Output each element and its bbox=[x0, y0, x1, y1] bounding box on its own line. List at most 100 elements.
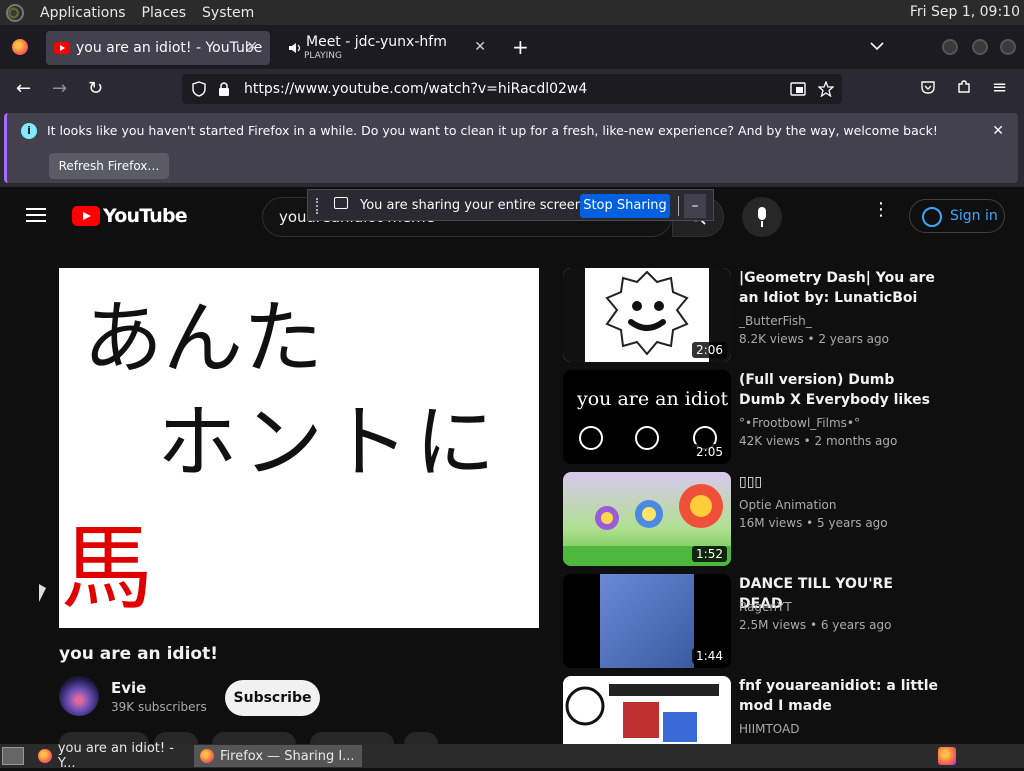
firefox-icon bbox=[200, 749, 214, 763]
applications-menu[interactable]: Applications bbox=[40, 5, 126, 21]
show-desktop-icon[interactable] bbox=[2, 747, 24, 765]
tray-firefox-icon[interactable] bbox=[938, 747, 956, 765]
duration-badge: 2:06 bbox=[692, 342, 727, 358]
duration-badge: 2:05 bbox=[692, 444, 727, 460]
maximize-window-button[interactable] bbox=[972, 39, 988, 55]
recommendation-channel[interactable]: °•Frootbowl_Films•° bbox=[739, 416, 860, 430]
refresh-firefox-button[interactable]: Refresh Firefox… bbox=[49, 153, 169, 179]
video-thumbnail[interactable]: 2:06 bbox=[563, 268, 731, 362]
close-tab-icon[interactable]: ✕ bbox=[246, 39, 258, 55]
thumbnail-caption: you are an idiot bbox=[577, 388, 729, 410]
youtube-play-icon bbox=[72, 206, 100, 226]
tab-playing-status: PLAYING bbox=[304, 51, 342, 61]
os-logo-icon[interactable] bbox=[6, 3, 24, 22]
recommendation-item[interactable]: 1:52 ▯▯▯ Optie Animation 16M views • 5 y… bbox=[563, 472, 963, 566]
screen-share-indicator-icon[interactable] bbox=[790, 82, 806, 96]
recommendation-item[interactable]: you are an idiot 2:05 (Full version) Dum… bbox=[563, 370, 963, 464]
close-window-button[interactable] bbox=[1000, 39, 1016, 55]
recommendation-channel[interactable]: HIIMTOAD bbox=[739, 722, 799, 736]
video-player[interactable]: あんた ホントに 馬 bbox=[59, 268, 539, 628]
drag-handle-icon[interactable] bbox=[316, 198, 320, 214]
video-frame-text-line1: あんた bbox=[83, 292, 323, 385]
youtube-favicon-icon bbox=[54, 42, 70, 54]
url-text[interactable]: https://www.youtube.com/watch?v=hiRacdl0… bbox=[244, 81, 587, 97]
info-icon: i bbox=[21, 123, 37, 139]
firefox-view-icon[interactable] bbox=[12, 39, 28, 55]
screen-sharing-indicator[interactable]: You are sharing your entire screen. Stop… bbox=[307, 189, 714, 221]
voice-search-mic-icon[interactable] bbox=[742, 197, 782, 237]
close-notification-icon[interactable]: ✕ bbox=[992, 123, 1004, 139]
os-top-panel: Applications Places System Fri Sep 1, 09… bbox=[0, 0, 1024, 25]
bookmark-star-icon[interactable] bbox=[818, 81, 834, 97]
recommendation-title[interactable]: (Full version) Dumb Dumb X Everybody lik… bbox=[739, 370, 939, 410]
os-menu: Applications Places System bbox=[0, 3, 254, 22]
youtube-logo[interactable]: YouTube bbox=[72, 205, 188, 227]
tab-youtube[interactable]: you are an idiot! - YouTube ✕ bbox=[46, 31, 270, 65]
shield-icon[interactable] bbox=[192, 81, 206, 97]
recommendation-item[interactable]: fnf youareanidiot: a little mod I made H… bbox=[563, 676, 963, 744]
recommendation-meta: 16M views • 5 years ago bbox=[739, 516, 888, 530]
video-frame-text-line2: ホントに bbox=[157, 396, 501, 489]
forward-button[interactable]: → bbox=[52, 78, 67, 99]
firefox-icon bbox=[38, 749, 52, 763]
video-thumbnail[interactable]: 1:44 bbox=[563, 574, 731, 668]
places-menu[interactable]: Places bbox=[142, 5, 187, 21]
speaker-playing-icon[interactable] bbox=[288, 41, 302, 55]
video-thumbnail[interactable] bbox=[563, 676, 731, 744]
back-button[interactable]: ← bbox=[16, 78, 31, 99]
recommendation-meta: 42K views • 2 months ago bbox=[739, 434, 898, 448]
tab-meet[interactable]: Meet - jdc-yunx-hfm PLAYING ✕ bbox=[274, 31, 498, 65]
hamburger-menu-icon[interactable] bbox=[26, 208, 46, 222]
tab-label: Meet - jdc-yunx-hfm bbox=[306, 34, 447, 50]
share-button[interactable] bbox=[212, 732, 296, 744]
settings-kebab-icon[interactable]: ⋮ bbox=[872, 201, 890, 219]
recommendation-title[interactable]: ▯▯▯ bbox=[739, 472, 939, 492]
download-button[interactable] bbox=[310, 732, 394, 744]
sign-in-button[interactable]: Sign in bbox=[909, 199, 1005, 233]
system-menu[interactable]: System bbox=[202, 5, 254, 21]
minimize-indicator-button[interactable]: – bbox=[684, 194, 706, 218]
minimize-window-button[interactable] bbox=[942, 39, 958, 55]
os-taskbar: you are an idiot! - Y... Firefox — Shari… bbox=[0, 741, 1024, 771]
reload-button[interactable]: ↻ bbox=[88, 78, 103, 99]
recommendation-title[interactable]: |Geometry Dash| You are an Idiot by: Lun… bbox=[739, 268, 939, 308]
video-frame-text-line3: 馬 bbox=[61, 515, 154, 622]
taskbar-item-label: Firefox — Sharing I... bbox=[220, 748, 355, 764]
recommendation-title[interactable]: fnf youareanidiot: a little mod I made bbox=[739, 676, 939, 716]
url-bar[interactable]: https://www.youtube.com/watch?v=hiRacdl0… bbox=[182, 74, 842, 104]
subscriber-count: 39K subscribers bbox=[111, 700, 207, 714]
list-all-tabs-button[interactable] bbox=[870, 39, 884, 53]
clock[interactable]: Fri Sep 1, 09:10 bbox=[910, 4, 1020, 20]
new-tab-button[interactable]: + bbox=[512, 35, 529, 59]
channel-avatar[interactable] bbox=[59, 676, 99, 716]
recommendation-item[interactable]: 1:44 DANCE TILL YOU'RE DEAD RagenYT 2.5M… bbox=[563, 574, 963, 668]
recommendation-item[interactable]: 2:06 |Geometry Dash| You are an Idiot by… bbox=[563, 268, 963, 362]
taskbar-item-firefox-sharing[interactable]: Firefox — Sharing I... bbox=[194, 745, 362, 767]
extensions-icon[interactable] bbox=[956, 79, 972, 95]
duration-badge: 1:52 bbox=[692, 546, 727, 562]
navigation-toolbar: ← → ↻ https://www.youtube.com/watch?v=hi… bbox=[0, 69, 1024, 109]
notification-panel: i It looks like you haven't started Fire… bbox=[4, 113, 1018, 183]
recommendation-channel[interactable]: _ButterFish_ bbox=[739, 314, 812, 328]
recommendation-channel[interactable]: Optie Animation bbox=[739, 498, 836, 512]
close-tab-icon[interactable]: ✕ bbox=[474, 39, 486, 55]
taskbar-item-youtube[interactable]: you are an idiot! - Y... bbox=[32, 741, 194, 771]
app-menu-button[interactable]: ≡ bbox=[992, 77, 1007, 98]
sharing-message: You are sharing your entire screen. bbox=[360, 198, 588, 213]
dancing-thumbnail bbox=[600, 574, 694, 668]
recommendation-channel[interactable]: RagenYT bbox=[739, 600, 792, 614]
more-actions-button[interactable] bbox=[404, 732, 438, 744]
tab-bar: you are an idiot! - YouTube ✕ Meet - jdc… bbox=[0, 25, 1024, 69]
taskbar-item-label: you are an idiot! - Y... bbox=[57, 741, 174, 771]
channel-name[interactable]: Evie bbox=[111, 679, 146, 697]
video-thumbnail[interactable]: you are an idiot 2:05 bbox=[563, 370, 731, 464]
sign-in-label: Sign in bbox=[950, 208, 998, 224]
recommendation-meta: 8.2K views • 2 years ago bbox=[739, 332, 889, 346]
stop-sharing-button[interactable]: Stop Sharing bbox=[580, 194, 670, 218]
lock-icon[interactable] bbox=[218, 81, 230, 97]
tab-label: you are an idiot! - YouTube bbox=[76, 40, 263, 56]
pocket-icon[interactable] bbox=[920, 79, 936, 95]
divider bbox=[678, 196, 679, 216]
video-thumbnail[interactable]: 1:52 bbox=[563, 472, 731, 566]
subscribe-button[interactable]: Subscribe bbox=[225, 680, 320, 716]
